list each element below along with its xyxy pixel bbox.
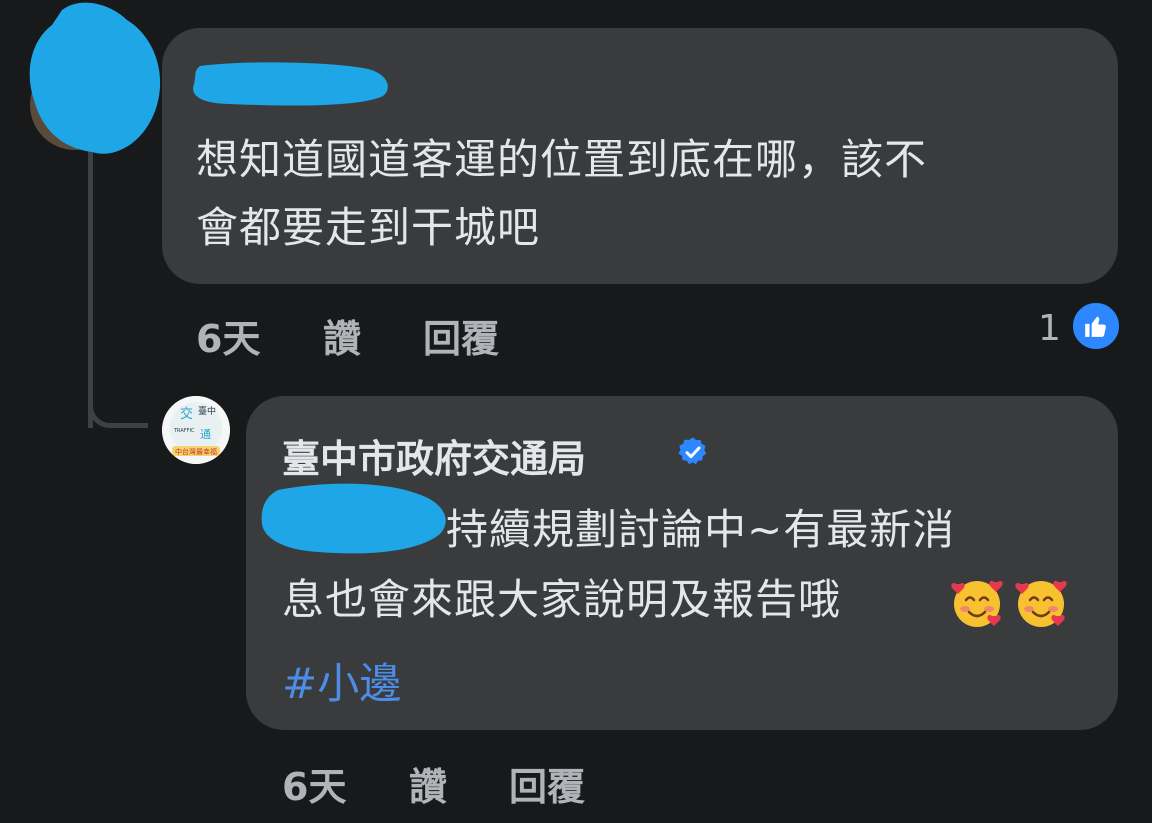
traffic-bureau-logo: 交 臺中 TRAFFIC 通 中台灣最幸福 xyxy=(162,396,230,464)
logo-char: 中台灣最幸福 xyxy=(175,447,217,456)
logo-char: 臺中 xyxy=(198,405,216,417)
verified-badge-icon xyxy=(678,437,707,465)
reaction-count[interactable]: 1 xyxy=(1038,308,1061,349)
reply-button[interactable]: 回覆 xyxy=(423,308,499,363)
thumbs-up-icon xyxy=(1085,316,1106,337)
logo-char: 交 xyxy=(180,406,193,422)
avatar[interactable]: 交 臺中 TRAFFIC 通 中台灣最幸福 xyxy=(162,396,230,464)
logo-char: TRAFFIC xyxy=(173,428,195,434)
logo-char: 通 xyxy=(200,428,211,441)
redaction-mark xyxy=(193,62,388,106)
thread-connector-curve xyxy=(88,400,148,428)
comment-text: 息也會來跟大家說明及報告哦 xyxy=(282,575,842,624)
comment-actions: 6天 讚 回覆 xyxy=(282,756,585,811)
hashtag-link[interactable]: #小邊 xyxy=(282,650,401,711)
smiling-face-with-hearts-icon xyxy=(1015,580,1067,627)
comment-time[interactable]: 6天 xyxy=(282,756,409,811)
comment-actions: 6天 讚 回覆 xyxy=(196,308,499,363)
like-button[interactable]: 讚 xyxy=(409,756,509,811)
comment-author[interactable]: 臺中市政府交通局 xyxy=(282,428,586,483)
like-reaction-icon[interactable] xyxy=(1070,300,1122,352)
redaction-mark xyxy=(261,483,446,554)
smiling-face-with-hearts-icon xyxy=(951,580,1003,627)
reply-button[interactable]: 回覆 xyxy=(509,756,585,811)
comment-time[interactable]: 6天 xyxy=(196,308,323,363)
comment-text: 持續規劃討論中~有最新消 xyxy=(446,505,956,554)
thread-connector xyxy=(88,150,93,428)
comment-text: 想知道國道客運的位置到底在哪，該不 會都要走到干城吧 xyxy=(196,135,928,252)
like-button[interactable]: 讚 xyxy=(323,308,423,363)
redaction-mark xyxy=(29,2,161,154)
